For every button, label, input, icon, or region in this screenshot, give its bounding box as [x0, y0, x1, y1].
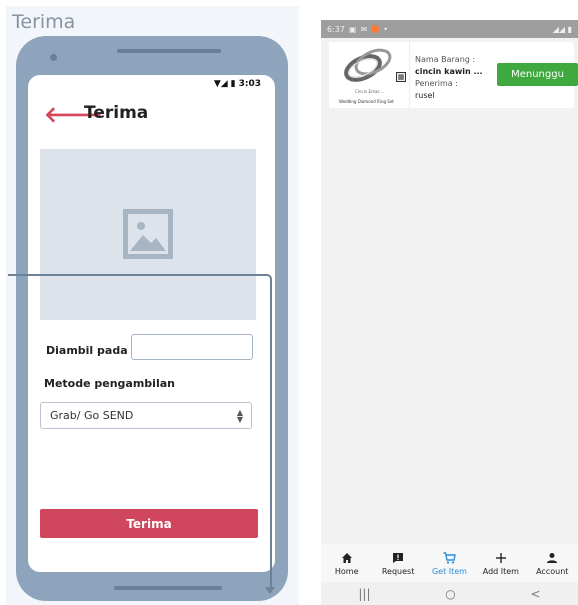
phone-speaker [117, 49, 221, 53]
screen-title: Terima [84, 103, 149, 123]
wireframe-status-bar: ▼◢ ▮ 3:03 [214, 79, 261, 89]
penerima-label: Penerima : [415, 79, 458, 88]
status-time: 3:03 [238, 79, 261, 89]
plus-icon [495, 551, 507, 565]
app-status-time: 6:37 [327, 24, 345, 34]
phone-camera [50, 54, 57, 61]
wireframe-title: Terima [12, 11, 76, 33]
nav-get-item-label: Get Item [431, 566, 467, 576]
recent-apps-icon[interactable]: ||| [358, 587, 370, 601]
app-status-bar: 6:37 ▣ ✉ • ◢◢ ▮ [321, 20, 578, 38]
wifi-signal-icon: ▼◢ [213, 79, 228, 89]
mail-notification-icon: ✉ [360, 24, 368, 34]
thumb-caption: Wedding Diamond Ring Set [339, 99, 394, 104]
qr-badge-icon: ▦ [396, 72, 406, 82]
nav-request-label: Request [381, 566, 415, 576]
thumb-caption-small: Cincin Emas ... [355, 89, 385, 94]
nav-account-label: Account [536, 566, 569, 576]
dot-notification-icon: • [383, 24, 388, 34]
nav-account[interactable]: Account [527, 551, 577, 576]
nav-add-item-label: Add Item [482, 566, 519, 576]
gallery-notification-icon: ▣ [348, 24, 357, 34]
signal-icon: ◢◢ [552, 24, 566, 34]
account-icon [546, 551, 558, 565]
nav-home[interactable]: Home [322, 551, 372, 576]
app-notification-icon [371, 25, 380, 33]
nama-barang-label: Nama Barang : [415, 55, 476, 64]
home-icon [341, 551, 353, 565]
ring-image [337, 44, 401, 84]
signal-battery-icons: ◢◢ ▮ [553, 25, 572, 34]
item-thumbnail: ▦ Cincin Emas ... Wedding Diamond Ring S… [329, 42, 410, 108]
battery-icon: ▮ [567, 24, 572, 34]
nama-barang-value: cincin kawin ... [415, 67, 483, 76]
penerima-value: rusel [415, 91, 435, 100]
item-card[interactable]: ▦ Cincin Emas ... Wedding Diamond Ring S… [329, 42, 578, 108]
flow-arrow-icon [265, 587, 275, 594]
nav-home-label: Home [334, 566, 359, 576]
battery-icon: ▮ [230, 79, 236, 89]
canvas: Terima ▼◢ ▮ 3:03 🡐 Terima Diambil pada :… [0, 0, 578, 605]
menunggu-button[interactable]: Menunggu [497, 63, 578, 86]
home-circle-icon[interactable]: ○ [445, 587, 455, 601]
request-icon [392, 551, 404, 565]
flow-connector-line [8, 274, 272, 592]
nav-get-item[interactable]: Get Item [424, 551, 474, 576]
nav-request[interactable]: Request [373, 551, 423, 576]
system-navigation: ||| ○ < [321, 582, 578, 605]
bottom-navigation: Home Request Get Item Add Item Account [321, 544, 578, 582]
nav-add-item[interactable]: Add Item [476, 551, 526, 576]
back-chevron-icon[interactable]: < [531, 587, 541, 601]
image-icon [123, 209, 173, 259]
item-details: Nama Barang : cincin kawin ... Penerima … [415, 54, 483, 102]
app-screenshot: 6:37 ▣ ✉ • ◢◢ ▮ ▦ Cincin Emas ... Weddin… [321, 20, 578, 605]
cart-icon [443, 551, 456, 565]
